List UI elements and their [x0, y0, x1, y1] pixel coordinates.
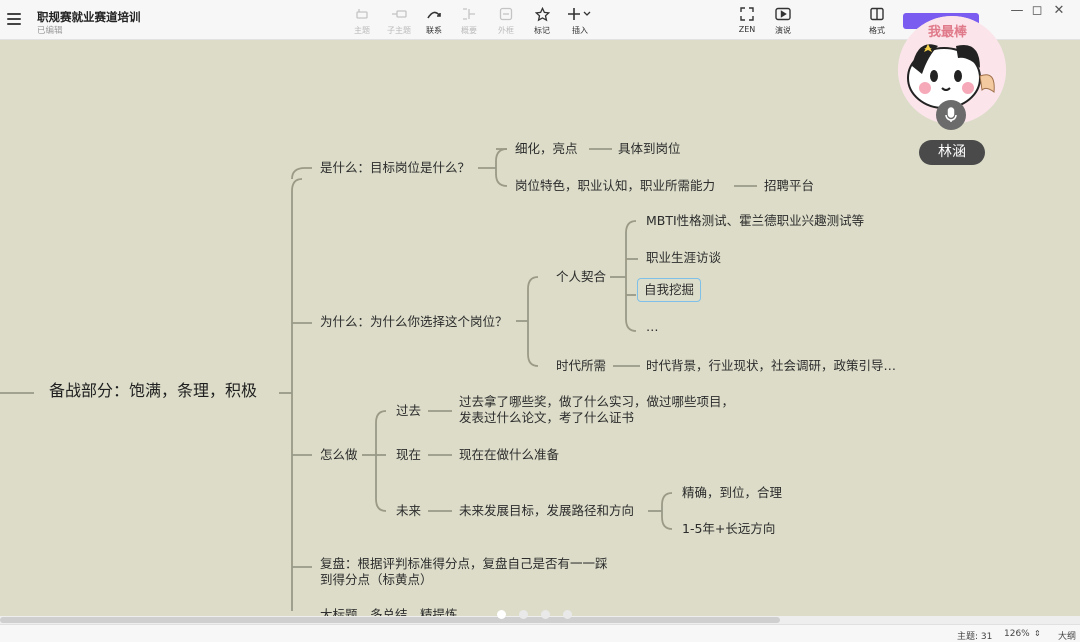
topic-icon — [356, 9, 368, 19]
topic-how-now[interactable]: 现在 — [396, 447, 421, 463]
topic-how-past[interactable]: 过去 — [396, 403, 421, 419]
page-dot[interactable] — [541, 610, 550, 619]
menu-icon[interactable] — [7, 13, 21, 25]
topic-how[interactable]: 怎么做 — [320, 447, 358, 463]
summary-icon — [463, 8, 475, 20]
scrollbar-thumb[interactable] — [0, 617, 780, 623]
fullscreen-icon — [740, 7, 754, 21]
document-status: 已编辑 — [37, 26, 63, 36]
topic-why-era-context[interactable]: 时代背景，行业现状，社会调研，政策引导… — [646, 358, 896, 374]
subtopic-icon — [392, 10, 407, 18]
topic-how-now-detail[interactable]: 现在在做什么准备 — [459, 447, 559, 463]
status-bar: 主题: 31 126% ⇕ 大纲 — [0, 624, 1080, 642]
topic-how-past-detail[interactable]: 过去拿了哪些奖，做了什么实习，做过哪些项目，发表过什么论文，考了什么证书 — [459, 394, 734, 426]
relationship-icon — [427, 11, 441, 19]
page-dot[interactable] — [519, 610, 528, 619]
plus-icon — [568, 8, 591, 20]
topic-why-more[interactable]: … — [646, 319, 659, 335]
topic-how-future-plan[interactable]: 1-5年+长远方向 — [682, 521, 775, 537]
topic-what[interactable]: 是什么：目标岗位是什么？ — [320, 160, 470, 176]
zoom-level[interactable]: 126% — [1004, 629, 1030, 639]
marker-button[interactable]: 标记 — [522, 6, 562, 36]
topic-what-features[interactable]: 岗位特色，职业认知，职业所需能力 — [515, 178, 715, 194]
mindmap-canvas[interactable]: 备战部分：饱满，条理，积极 是什么：目标岗位是什么？ 细化，亮点 具体到岗位 岗… — [0, 41, 1080, 616]
connector-lines — [0, 148, 757, 611]
root-topic[interactable]: 备战部分：饱满，条理，积极 — [49, 383, 257, 399]
zoom-stepper-icon[interactable]: ⇕ — [1034, 629, 1041, 638]
topic-cut-off[interactable]: 大标题，多总结，精提炼 — [320, 607, 458, 616]
avatar-badge-text: 我最棒 — [928, 24, 968, 40]
boundary-icon — [499, 7, 513, 21]
zen-button[interactable]: ZEN — [727, 6, 767, 34]
boundary-button[interactable]: 外框 — [486, 6, 526, 36]
maximize-icon[interactable]: ◻ — [1028, 2, 1046, 18]
topic-button[interactable]: 主题 — [342, 6, 382, 36]
page-dots — [497, 610, 572, 619]
star-icon — [534, 6, 550, 21]
outline-button[interactable]: 大纲 — [1058, 629, 1076, 642]
topic-why-interview[interactable]: 职业生涯访谈 — [646, 250, 721, 266]
topic-what-specific[interactable]: 具体到岗位 — [618, 141, 681, 157]
pitch-button[interactable]: 演说 — [763, 6, 803, 36]
relationship-button[interactable]: 联系 — [414, 6, 454, 36]
insert-button[interactable]: 插入 — [560, 6, 600, 36]
close-icon[interactable]: ✕ — [1050, 2, 1068, 18]
topic-why-self-explore[interactable]: 自我挖掘 — [637, 278, 702, 302]
topic-why-mbti[interactable]: MBTI性格测试、霍兰德职业兴趣测试等 — [646, 213, 864, 229]
topic-why[interactable]: 为什么：为什么你选择这个岗位？ — [320, 314, 508, 330]
topic-why-era[interactable]: 时代所需 — [556, 358, 606, 374]
topic-what-refine[interactable]: 细化，亮点 — [515, 141, 578, 157]
summary-button[interactable]: 概要 — [449, 6, 489, 36]
topic-count: 主题: 31 — [957, 632, 993, 642]
participant-name: 林涵 — [919, 140, 985, 165]
microphone-icon[interactable] — [936, 100, 966, 130]
topic-how-future[interactable]: 未来 — [396, 503, 421, 519]
play-icon — [775, 7, 791, 21]
topic-review[interactable]: 复盘：根据评判标准得分点，复盘自己是否有一一踩到得分点（标黄点） — [320, 556, 610, 588]
format-button[interactable]: 格式 — [857, 6, 897, 36]
minimize-icon[interactable]: — — [1008, 2, 1026, 18]
page-dot[interactable] — [563, 610, 572, 619]
topic-how-future-detail[interactable]: 未来发展目标，发展路径和方向 — [459, 503, 634, 519]
topic-what-platform[interactable]: 招聘平台 — [764, 178, 814, 194]
document-title[interactable]: 职规赛就业赛道培训 — [37, 9, 141, 25]
subtopic-button[interactable]: 子主题 — [379, 6, 419, 36]
format-panel-icon — [870, 7, 884, 21]
topic-how-future-precise[interactable]: 精确，到位，合理 — [682, 485, 782, 501]
page-dot[interactable] — [497, 610, 506, 619]
topic-why-personal[interactable]: 个人契合 — [556, 269, 606, 285]
